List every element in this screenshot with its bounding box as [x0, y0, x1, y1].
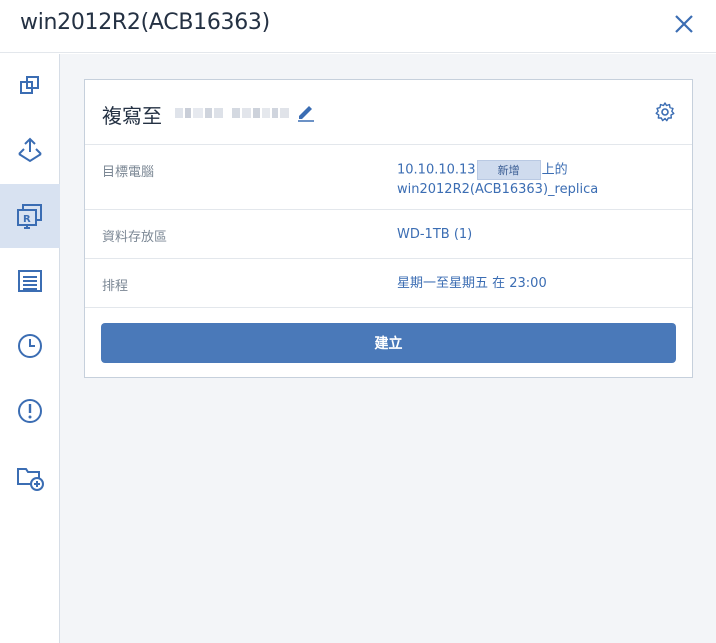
close-icon[interactable]	[672, 12, 696, 36]
row-label: 資料存放區	[102, 230, 168, 245]
target-suffix: 上的	[541, 162, 568, 178]
row-label: 排程	[102, 279, 129, 294]
row-target-computer: 目標電腦 10.10.10.13 新增 上的 win2012R2(ACB16363)…	[85, 145, 692, 210]
sidebar-item-activities[interactable]	[0, 249, 60, 313]
window-title: win2012R2(ACB16363)	[20, 10, 270, 35]
plan-title: 複寫至	[102, 104, 162, 128]
row-datastore: 資料存放區 WD-1TB (1)	[85, 210, 692, 259]
target-replica-name[interactable]: win2012R2(ACB16363)_replica	[397, 182, 598, 197]
window-header: win2012R2(ACB16363)	[0, 0, 716, 53]
replication-plan-card: 複寫至 目標電腦 10.10.10.13 新增 上的 win2012R2(ACB…	[84, 79, 693, 378]
activities-icon	[18, 270, 42, 292]
target-ip: 10.10.10.13	[397, 162, 476, 178]
settings-gear-icon[interactable]	[654, 101, 676, 123]
new-badge: 新增	[476, 160, 541, 180]
masked-plan-name	[175, 102, 295, 124]
history-icon	[18, 334, 42, 358]
sidebar-item-replication[interactable]: R	[0, 184, 60, 248]
plan-header: 複寫至	[85, 80, 692, 145]
main-panel: 複寫至 目標電腦 10.10.10.13 新增 上的 win2012R2(ACB…	[60, 54, 716, 643]
replication-icon: R	[17, 204, 42, 229]
add-folder-icon	[17, 468, 44, 491]
row-label: 目標電腦	[102, 165, 155, 180]
sidebar-item-overview[interactable]	[0, 54, 60, 118]
overview-icon	[20, 76, 39, 94]
svg-text:R: R	[23, 214, 31, 225]
sidebar-item-backup[interactable]	[0, 118, 60, 182]
alert-icon	[18, 399, 42, 423]
sidebar-item-history[interactable]	[0, 314, 60, 378]
sidebar: R	[0, 54, 60, 643]
row-schedule: 排程 星期一至星期五 在 23:00	[85, 259, 692, 308]
sidebar-item-add-folder[interactable]	[0, 445, 60, 509]
row-value: 10.10.10.13 新增 上的 win2012R2(ACB16363)_repl…	[397, 160, 598, 199]
backup-icon	[18, 137, 42, 163]
create-button[interactable]: 建立	[101, 323, 676, 363]
schedule-value[interactable]: 星期一至星期五 在 23:00	[397, 274, 547, 293]
datastore-value[interactable]: WD-1TB (1)	[397, 225, 472, 244]
sidebar-item-alerts[interactable]	[0, 379, 60, 443]
edit-icon[interactable]	[296, 102, 316, 122]
